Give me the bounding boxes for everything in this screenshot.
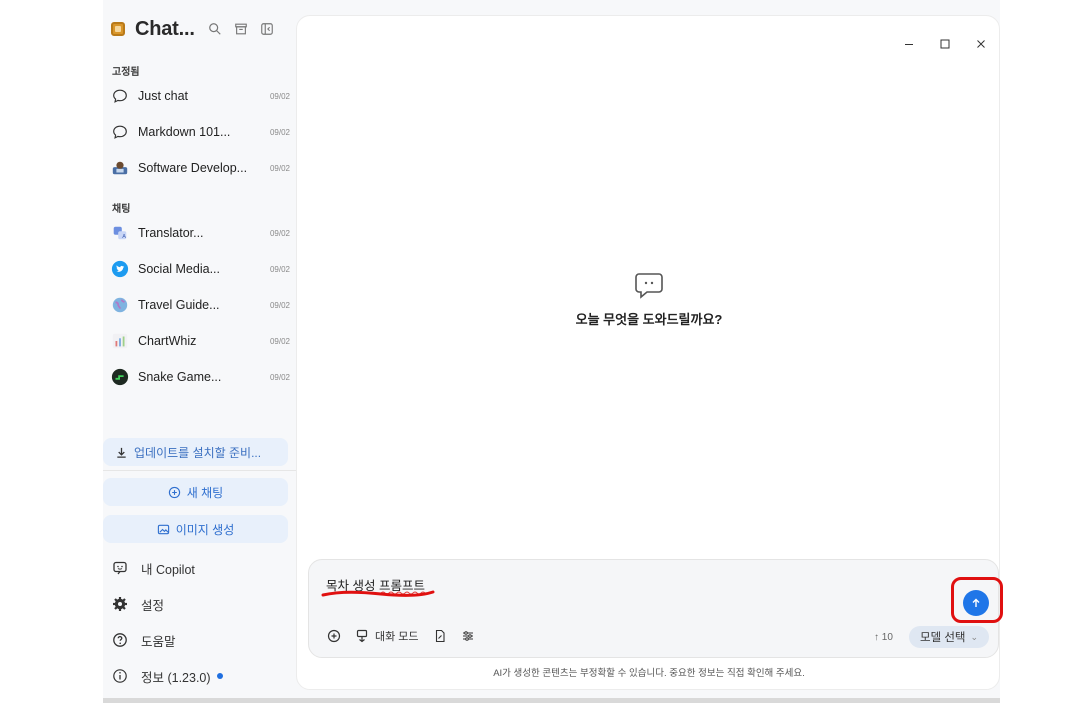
- chat-item-just-chat[interactable]: Just chat 09/02: [103, 78, 296, 114]
- close-icon[interactable]: [963, 34, 999, 54]
- chat-item-label: Software Develop...: [138, 161, 248, 175]
- chat-item-travel-guide[interactable]: Travel Guide... 09/02: [103, 287, 296, 323]
- chat-item-social-media[interactable]: Social Media... 09/02: [103, 251, 296, 287]
- token-count: ↑ 10: [874, 632, 893, 643]
- settings-menu-item[interactable]: 설정: [111, 592, 164, 616]
- app-logo-icon: [111, 22, 125, 36]
- empty-state: 오늘 무엇을 도와드릴까요?: [297, 271, 1001, 328]
- sidebar-divider: [103, 470, 296, 471]
- mode-icon: [356, 629, 368, 643]
- plus-circle-icon: [168, 486, 180, 498]
- twitter-bird-icon: [110, 259, 130, 279]
- chat-item-date: 09/02: [269, 336, 290, 346]
- chats-section-label: 채팅: [112, 204, 131, 215]
- help-menu-item[interactable]: 도움말: [111, 628, 176, 652]
- archive-icon[interactable]: [233, 21, 249, 37]
- options-button[interactable]: [461, 629, 475, 643]
- new-chat-button[interactable]: 새 채팅: [103, 478, 288, 506]
- empty-state-title: 오늘 무엇을 도와드릴까요?: [575, 312, 723, 327]
- help-icon: [111, 631, 129, 649]
- model-select-label: 모델 선택: [919, 632, 966, 644]
- sliders-icon: [462, 631, 473, 641]
- chat-bubble-icon: [110, 86, 130, 106]
- chat-item-date: 09/02: [269, 264, 290, 274]
- collapse-sidebar-icon[interactable]: [259, 21, 275, 37]
- chat-item-label: Just chat: [138, 89, 189, 103]
- about-label: 정보 (1.23.0): [141, 670, 211, 685]
- settings-label: 설정: [141, 598, 165, 613]
- document-icon: [435, 629, 445, 643]
- annotation-underline: [321, 590, 435, 597]
- image-generation-label: 이미지 생성: [175, 522, 235, 537]
- main-panel: 오늘 무엇을 도와드릴까요? 목차 생성 프롬프트 대화 모드 ↑ 10 모델 …: [296, 15, 1003, 690]
- my-copilot-label: 내 Copilot: [141, 562, 195, 577]
- chat-item-date: 09/02: [269, 300, 290, 310]
- app-title: Chat...: [135, 17, 195, 40]
- minimize-icon[interactable]: [891, 34, 927, 54]
- chat-item-date: 09/02: [269, 163, 290, 173]
- translator-avatar-icon: A: [110, 223, 130, 243]
- download-icon: [117, 447, 126, 458]
- annotation-highlight-box: [951, 577, 1003, 623]
- chat-item-software-develop[interactable]: Software Develop... 09/02: [103, 150, 296, 186]
- chat-item-label: ChartWhiz: [138, 334, 197, 348]
- conversation-mode-button[interactable]: 대화 모드: [355, 628, 419, 644]
- attach-button[interactable]: [327, 629, 341, 643]
- search-icon[interactable]: [207, 21, 223, 37]
- globe-avatar-icon: [110, 295, 130, 315]
- sidebar: Chat... 고정됨 Just chat 09/02 Markdown 101…: [103, 0, 296, 700]
- my-copilot-menu-item[interactable]: 내 Copilot: [111, 556, 195, 580]
- help-label: 도움말: [141, 634, 176, 649]
- window-controls: [891, 34, 999, 54]
- chat-bubble-icon: [635, 273, 663, 299]
- chat-item-date: 09/02: [269, 372, 290, 382]
- chat-item-label: Social Media...: [138, 262, 220, 276]
- plus-circle-icon: [327, 629, 341, 643]
- developer-avatar-icon: [110, 158, 130, 178]
- chat-item-label: Travel Guide...: [138, 298, 220, 312]
- chart-avatar-icon: [110, 331, 130, 351]
- update-ready-label: 업데이트를 설치할 준비...: [134, 445, 262, 460]
- window-bottom-edge: [103, 698, 1000, 703]
- gear-icon: [111, 595, 129, 613]
- chat-item-date: 09/02: [269, 228, 290, 238]
- sidebar-header: Chat...: [111, 14, 275, 44]
- svg-text:A: A: [122, 234, 126, 240]
- chat-list: A Translator... 09/02 Social Media... 09…: [103, 215, 296, 395]
- new-chat-label: 새 채팅: [186, 485, 224, 500]
- image-generation-button[interactable]: 이미지 생성: [103, 515, 288, 543]
- message-composer: 목차 생성 프롬프트 대화 모드 ↑ 10 모델 선택 ⌄: [308, 559, 1003, 658]
- app-window: Chat... 고정됨 Just chat 09/02 Markdown 101…: [103, 0, 1003, 700]
- pinned-section-label: 고정됨: [112, 67, 140, 78]
- ai-disclaimer: AI가 생성한 콘텐츠는 부정확할 수 있습니다. 중요한 정보는 직접 확인해…: [493, 668, 805, 679]
- copilot-icon: [111, 559, 129, 577]
- image-icon: [157, 524, 169, 534]
- conversation-mode-label: 대화 모드: [375, 631, 419, 643]
- chat-item-chartwhiz[interactable]: ChartWhiz 09/02: [103, 323, 296, 359]
- chat-item-date: 09/02: [269, 91, 290, 101]
- chat-item-markdown-101[interactable]: Markdown 101... 09/02: [103, 114, 296, 150]
- chat-item-label: Translator...: [138, 226, 204, 240]
- pinned-chat-list: Just chat 09/02 Markdown 101... 09/02 So…: [103, 78, 296, 186]
- chat-item-date: 09/02: [269, 127, 290, 137]
- snake-game-avatar-icon: [110, 367, 130, 387]
- chat-item-label: Markdown 101...: [138, 125, 231, 139]
- about-menu-item[interactable]: 정보 (1.23.0): [111, 664, 223, 688]
- chat-item-label: Snake Game...: [138, 370, 222, 384]
- document-button[interactable]: [433, 629, 447, 643]
- model-select-dropdown[interactable]: 모델 선택 ⌄: [909, 626, 989, 648]
- chat-item-translator[interactable]: A Translator... 09/02: [103, 215, 296, 251]
- chevron-down-icon: ⌄: [970, 631, 979, 642]
- maximize-icon[interactable]: [927, 34, 963, 54]
- update-indicator-dot: [216, 673, 223, 679]
- composer-toolbar: 대화 모드: [327, 628, 489, 644]
- chat-bubble-icon: [110, 122, 130, 142]
- update-ready-button[interactable]: 업데이트를 설치할 준비...: [103, 438, 288, 466]
- info-icon: [111, 667, 129, 685]
- chat-item-snake-game[interactable]: Snake Game... 09/02: [103, 359, 296, 395]
